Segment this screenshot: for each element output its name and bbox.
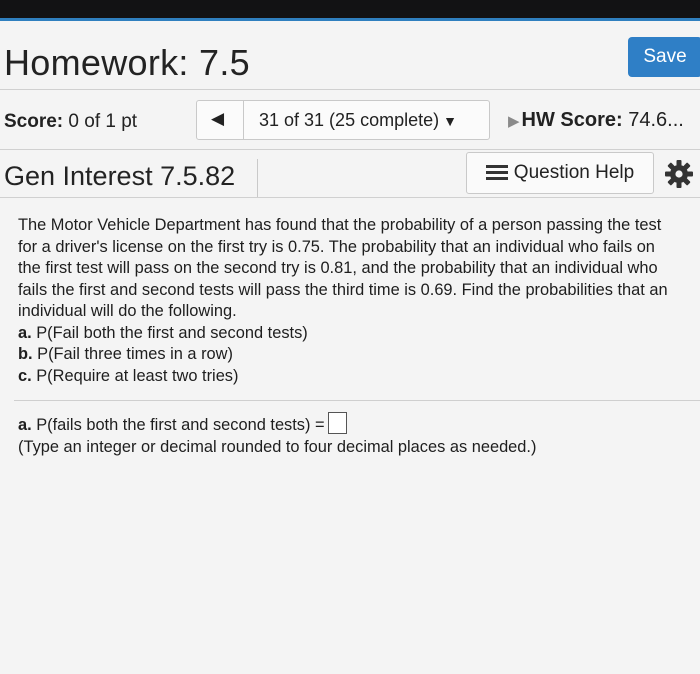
hw-score-value: 74.6... — [628, 109, 684, 131]
header-divider — [0, 89, 700, 90]
question-part-c: c. P(Require at least two tries) — [18, 366, 682, 388]
question-body: The Motor Vehicle Department has found t… — [18, 215, 682, 387]
answer-divider — [14, 400, 700, 401]
question-header-divider — [0, 197, 700, 198]
part-letter: c. — [18, 366, 32, 385]
question-position-dropdown[interactable]: 31 of 31 (25 complete) ▼ — [259, 110, 457, 131]
question-part-a: a. P(Fail both the first and second test… — [18, 323, 682, 345]
question-help-label: Question Help — [513, 162, 635, 183]
score-display: Score: 0 of 1 pt — [4, 111, 137, 133]
question-position-text: 31 of 31 (25 complete) — [259, 110, 440, 130]
answer-instruction: (Type an integer or decimal rounded to f… — [18, 438, 537, 456]
list-icon — [485, 165, 508, 181]
part-letter: b. — [18, 345, 33, 363]
previous-question-icon[interactable]: ◀ — [211, 109, 224, 129]
expand-triangle-icon: ▶ — [508, 113, 520, 130]
monitor-bezel — [0, 0, 700, 20]
question-navigator: ◀ 31 of 31 (25 complete) ▼ — [196, 100, 490, 140]
answer-input[interactable] — [327, 412, 347, 434]
part-text: P(Require at least two tries) — [36, 366, 239, 385]
answer-prompt: P(fails both the first and second tests)… — [36, 416, 325, 434]
question-help-button[interactable]: Question Help — [466, 152, 654, 194]
question-parts: a. P(Fail both the first and second test… — [18, 323, 682, 388]
question-name: Gen Interest 7.5.82 — [4, 159, 258, 197]
hw-score-label: HW Score: — [521, 109, 623, 131]
dropdown-caret-icon: ▼ — [443, 113, 457, 129]
question-part-b: b. P(Fail three times in a row) — [18, 344, 682, 366]
gear-icon[interactable] — [664, 159, 694, 189]
homework-screen: Homework: 7.5 Save Score: 0 of 1 pt ◀ 31… — [0, 18, 700, 674]
part-letter: a. — [18, 323, 32, 342]
page-title: Homework: 7.5 — [4, 42, 250, 83]
part-text: P(Fail three times in a row) — [37, 345, 233, 363]
nav-divider — [243, 101, 244, 139]
hw-score-display[interactable]: ▶ HW Score: 74.6... — [508, 109, 700, 132]
score-label: Score: — [4, 111, 64, 132]
score-divider — [0, 149, 700, 150]
score-value: 0 of 1 pt — [68, 111, 138, 132]
answer-section: a. P(fails both the first and second tes… — [18, 412, 536, 458]
question-text: The Motor Vehicle Department has found t… — [18, 216, 668, 320]
answer-prompt-line: a. P(fails both the first and second tes… — [18, 412, 536, 436]
answer-letter: a. — [18, 416, 32, 434]
part-text: P(Fail both the first and second tests) — [36, 323, 308, 342]
save-button[interactable]: Save — [628, 37, 700, 77]
